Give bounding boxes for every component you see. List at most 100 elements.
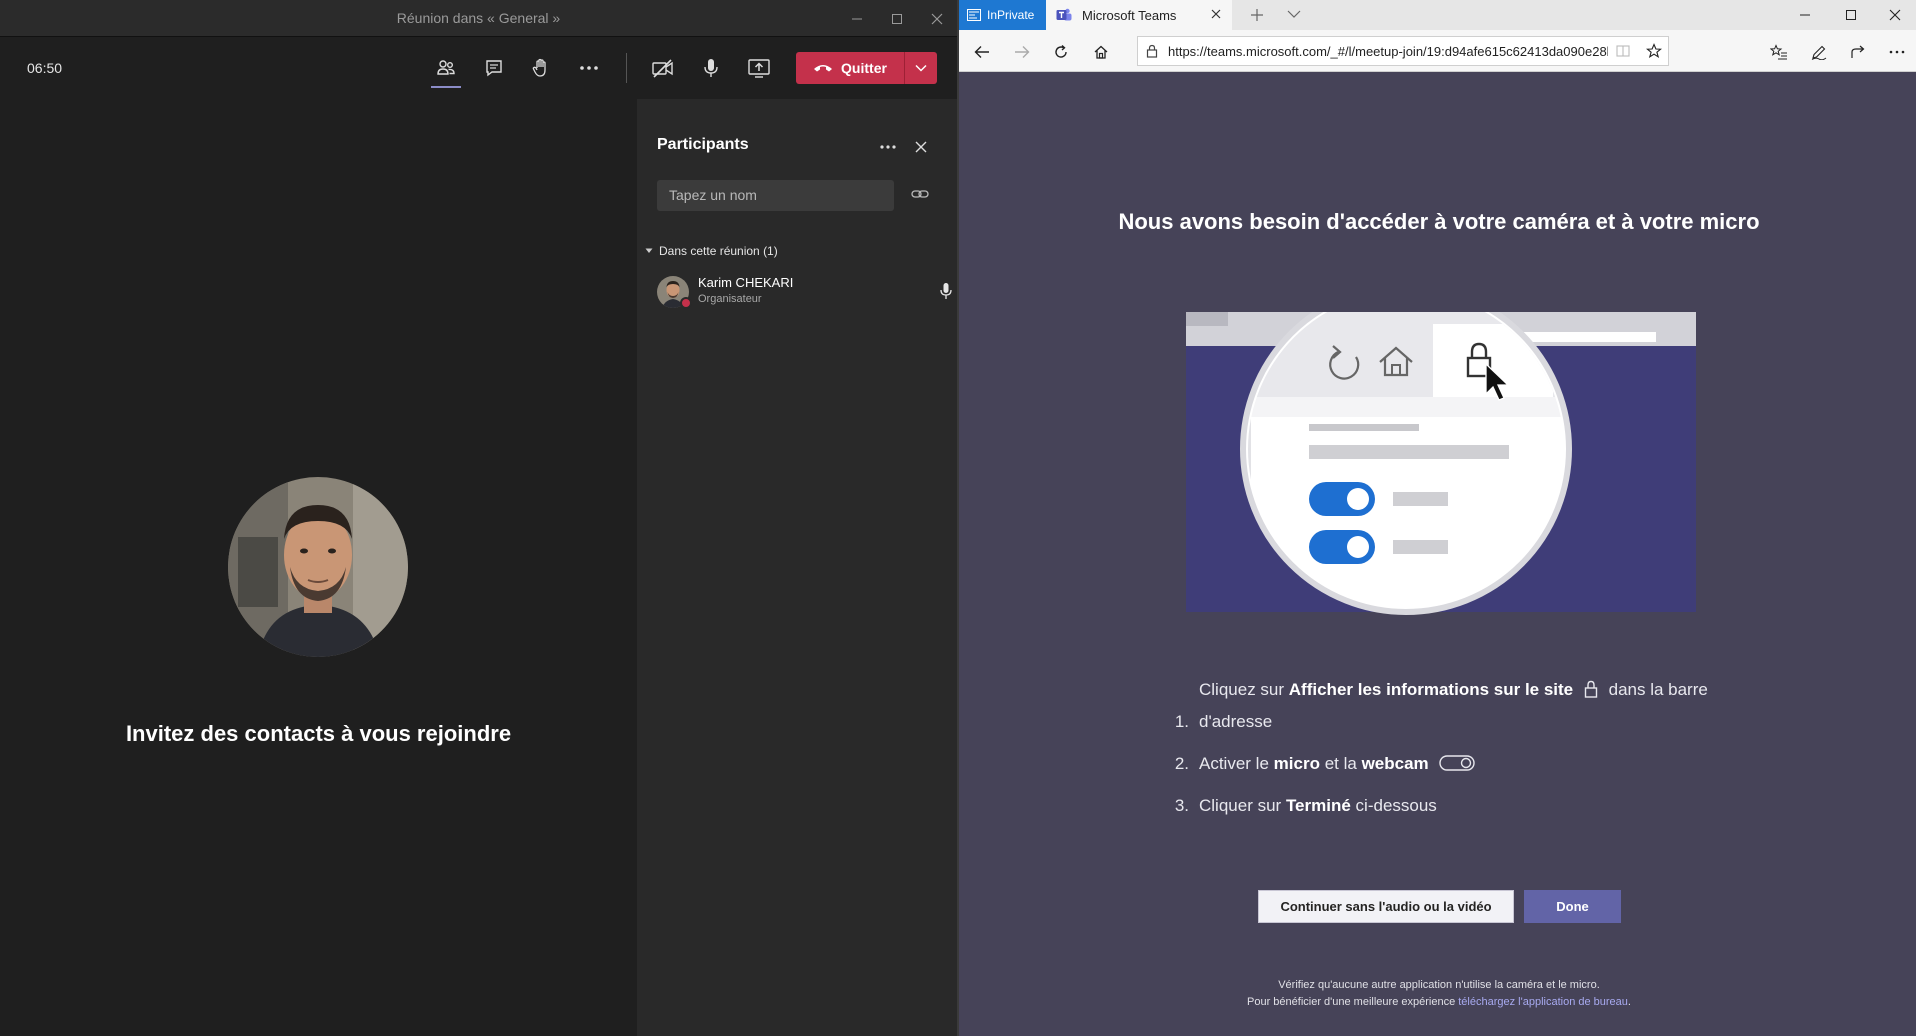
- toggle-icon: [1439, 755, 1476, 771]
- browser-address-bar: https://teams.microsoft.com/_#/l/meetup-…: [959, 30, 1916, 72]
- tab-title: Microsoft Teams: [1082, 7, 1177, 23]
- browser-maximize-button[interactable]: [1828, 0, 1874, 30]
- step-1-continuation: d'adresse: [1199, 712, 1273, 731]
- refresh-button[interactable]: [1050, 41, 1072, 63]
- user-avatar-large: [228, 477, 408, 657]
- book-icon: [1616, 45, 1630, 57]
- in-meeting-section-header[interactable]: Dans cette réunion (1): [645, 244, 778, 258]
- share-icon: [1851, 45, 1865, 58]
- add-to-favorites-button[interactable]: [1646, 43, 1662, 59]
- camera-off-icon: [652, 59, 673, 78]
- new-tab-button[interactable]: [1249, 7, 1265, 23]
- teams-permission-page: Nous avons besoin d'accéder à votre camé…: [959, 72, 1916, 1036]
- close-icon: [1889, 9, 1901, 21]
- url-text: https://teams.microsoft.com/_#/l/meetup-…: [1168, 44, 1608, 59]
- footnote-line-1: Vérifiez qu'aucune autre application n'u…: [1278, 979, 1600, 991]
- browser-minimize-button[interactable]: [1782, 0, 1828, 30]
- footnote-prefix: Pour bénéficier d'une meilleure expérien…: [1247, 996, 1456, 1008]
- step-1-prefix: Cliquez sur: [1199, 680, 1285, 699]
- footnote: Vérifiez qu'aucune autre application n'u…: [1089, 977, 1789, 1011]
- minimize-button[interactable]: [837, 0, 877, 37]
- more-actions-button[interactable]: [571, 50, 607, 86]
- share-screen-button[interactable]: [741, 50, 777, 86]
- permission-illustration: [1186, 312, 1696, 637]
- panel-close-button[interactable]: [912, 138, 930, 156]
- microphone-icon: [940, 283, 952, 299]
- back-button[interactable]: [971, 41, 993, 63]
- inprivate-icon: [967, 9, 981, 21]
- site-info-lock-button[interactable]: [1146, 44, 1158, 58]
- done-button[interactable]: Done: [1524, 890, 1621, 923]
- step-3-prefix: Cliquer sur: [1199, 796, 1282, 815]
- step-2-bold-2: webcam: [1361, 754, 1429, 773]
- edge-browser-window: InPrivate Microsoft Teams https://teams.…: [957, 0, 1916, 1036]
- download-desktop-app-link[interactable]: téléchargez l'application de bureau: [1458, 996, 1628, 1008]
- link-icon: [911, 190, 929, 198]
- chevron-down-icon: [915, 64, 927, 72]
- permission-heading: Nous avons besoin d'accéder à votre camé…: [1118, 209, 1760, 234]
- favorites-list-icon: [1770, 44, 1787, 60]
- microphone-toggle-button[interactable]: [693, 50, 729, 86]
- minimize-icon: [1800, 14, 1810, 16]
- share-screen-icon: [748, 59, 770, 78]
- leave-options-dropdown[interactable]: [904, 52, 937, 84]
- browser-close-button[interactable]: [1872, 0, 1916, 30]
- leave-meeting-label: Quitter: [841, 60, 887, 76]
- participants-panel-title: Participants: [657, 136, 749, 153]
- step-3-bold: Terminé: [1285, 796, 1351, 815]
- web-notes-button[interactable]: [1807, 40, 1831, 64]
- participant-row[interactable]: Karim CHEKARI Organisateur: [657, 274, 952, 314]
- teams-title-bar: Réunion dans « General »: [0, 0, 957, 37]
- browser-tab-strip: InPrivate Microsoft Teams: [959, 0, 1916, 30]
- more-icon: [580, 66, 598, 70]
- participant-role: Organisateur: [698, 293, 762, 305]
- star-icon: [1646, 43, 1662, 59]
- participant-name: Karim CHEKARI: [698, 275, 794, 290]
- presence-busy-indicator: [680, 297, 692, 309]
- step-3-suffix: ci-dessous: [1355, 796, 1437, 815]
- panel-more-options-button[interactable]: [875, 135, 901, 159]
- arrow-left-icon: [974, 46, 989, 58]
- copy-meeting-link-button[interactable]: [911, 187, 929, 201]
- continue-without-av-button[interactable]: Continuer sans l'audio ou la vidéo: [1258, 890, 1514, 923]
- lock-icon: [1584, 680, 1598, 698]
- favorites-hub-button[interactable]: [1767, 40, 1791, 64]
- home-button[interactable]: [1090, 41, 1112, 63]
- invite-contacts-text: Invitez des contacts à vous rejoindre: [125, 721, 512, 746]
- footnote-suffix: .: [1627, 996, 1631, 1008]
- lock-icon: [1146, 44, 1158, 58]
- chat-button[interactable]: [476, 50, 512, 86]
- chevron-down-icon: [1287, 10, 1301, 18]
- camera-toggle-button[interactable]: [645, 50, 681, 86]
- minimize-icon: [852, 18, 862, 19]
- window-title: Réunion dans « General »: [396, 10, 561, 26]
- participants-icon: [437, 60, 455, 75]
- step-1-number: 1.: [1174, 712, 1189, 731]
- footnote-line-2: Pour bénéficier d'une meilleure expérien…: [1089, 994, 1789, 1011]
- close-button[interactable]: [917, 0, 957, 37]
- more-icon: [880, 145, 896, 149]
- leave-meeting-button[interactable]: Quitter: [796, 52, 904, 84]
- more-icon: [1889, 50, 1905, 54]
- settings-more-button[interactable]: [1885, 40, 1909, 64]
- tab-microsoft-teams[interactable]: Microsoft Teams: [1046, 0, 1232, 30]
- tab-preview-button[interactable]: [1287, 9, 1301, 19]
- teams-meeting-window: Réunion dans « General » 06:50 Quitter I…: [0, 0, 957, 1036]
- participants-panel: Participants Tapez un nom Dans cette réu…: [637, 99, 957, 1036]
- hang-up-icon: [814, 65, 833, 72]
- url-field[interactable]: https://teams.microsoft.com/_#/l/meetup-…: [1137, 36, 1669, 66]
- show-participants-button[interactable]: [428, 50, 464, 88]
- step-1-bold: Afficher les informations sur le site: [1288, 680, 1574, 699]
- tab-close-button[interactable]: [1210, 8, 1222, 20]
- forward-button[interactable]: [1011, 41, 1033, 63]
- maximize-button[interactable]: [877, 0, 917, 37]
- refresh-icon: [1055, 44, 1067, 58]
- participant-search-input[interactable]: Tapez un nom: [657, 180, 894, 211]
- caret-down-icon: [645, 248, 653, 253]
- reading-view-button[interactable]: [1616, 44, 1630, 58]
- share-button[interactable]: [1846, 40, 1870, 64]
- plus-icon: [1251, 9, 1263, 21]
- maximize-icon: [1846, 10, 1856, 20]
- raise-hand-button[interactable]: [523, 50, 559, 86]
- toggle-on-icon: [1309, 482, 1375, 516]
